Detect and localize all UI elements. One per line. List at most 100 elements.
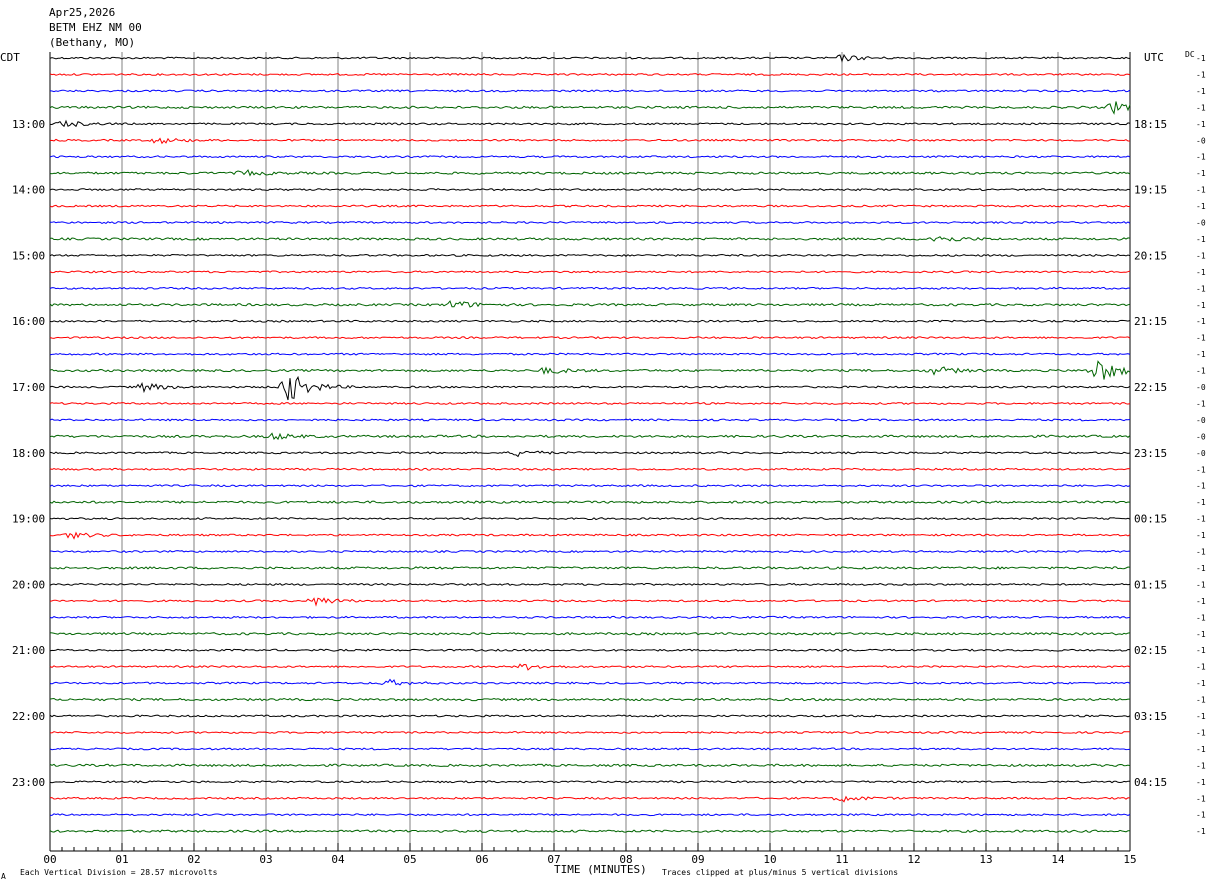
trace-row — [49, 204, 1130, 208]
trace-row — [49, 236, 1131, 242]
dc-offset-label: -0 — [1196, 432, 1206, 441]
dc-offset-label: -1 — [1196, 531, 1206, 540]
left-hour-label: 23:00 — [12, 776, 45, 789]
x-tick-label: 03 — [259, 853, 272, 866]
dc-offset-label: -1 — [1196, 548, 1206, 557]
x-tick-label: 01 — [115, 853, 128, 866]
left-hour-label: 20:00 — [12, 578, 45, 591]
left-hour-label: 17:00 — [12, 381, 45, 394]
right-hour-label: 02:15 — [1134, 644, 1167, 657]
trace-row — [49, 101, 1131, 115]
dc-offset-label: -1 — [1196, 186, 1206, 195]
dc-offset-label: -1 — [1196, 613, 1206, 622]
trace-row — [49, 72, 1131, 76]
dc-offset-label: -1 — [1196, 103, 1206, 112]
trace-row — [49, 566, 1131, 570]
trace-row — [49, 678, 1131, 686]
trace-row — [49, 467, 1131, 471]
dc-offset-label: -1 — [1196, 317, 1206, 326]
dc-offset-label: -1 — [1196, 367, 1206, 376]
dc-offset-label: -1 — [1196, 580, 1206, 589]
trace-row — [49, 336, 1131, 340]
dc-offset-label: -1 — [1196, 761, 1206, 770]
trace-row — [49, 137, 1130, 145]
trace-row — [49, 517, 1131, 521]
right-hour-labels: 18:15 19:15 20:15 21:15 22:15 23:15 00:15 01:15… — [1134, 118, 1167, 789]
date-label: Apr25,2026 — [49, 6, 115, 19]
x-tick-label: 12 — [907, 853, 920, 866]
seismic-traces — [49, 53, 1131, 833]
right-hour-label: 19:15 — [1134, 184, 1167, 197]
right-hour-label: 18:15 — [1134, 118, 1167, 131]
dc-offset-label: -1 — [1196, 284, 1206, 293]
trace-row — [49, 220, 1131, 225]
clip-note: Traces clipped at plus/minus 5 vertical … — [662, 868, 898, 877]
dc-offset-label: -1 — [1196, 350, 1206, 359]
dc-offset-label: -1 — [1196, 679, 1206, 688]
trace-row — [49, 300, 1131, 308]
trace-row — [49, 582, 1131, 586]
left-hour-label: 21:00 — [12, 644, 45, 657]
x-tick-label: 05 — [403, 853, 416, 866]
trace-row — [49, 119, 1131, 128]
dc-offset-label: -1 — [1196, 235, 1206, 244]
x-tick-label: 11 — [835, 853, 848, 866]
dc-offset-label: -1 — [1196, 87, 1206, 96]
left-hour-label: 16:00 — [12, 315, 45, 328]
trace-row — [49, 319, 1131, 323]
dc-offset-label: -1 — [1196, 827, 1206, 836]
trace-row — [49, 714, 1131, 718]
trace-row — [49, 632, 1131, 636]
dc-offset-label: -1 — [1196, 482, 1206, 491]
trace-row — [49, 352, 1131, 356]
trace-row — [49, 360, 1131, 380]
dc-offset-label: -1 — [1196, 564, 1206, 573]
trace-row — [49, 615, 1131, 619]
trace-row — [49, 500, 1131, 504]
dc-offset-label: -1 — [1196, 811, 1206, 820]
left-hour-label: 18:00 — [12, 447, 45, 460]
dc-offset-label: -0 — [1196, 219, 1206, 228]
trace-row — [49, 531, 1131, 540]
right-hour-label: 00:15 — [1134, 513, 1167, 526]
dc-offset-label: -1 — [1196, 120, 1206, 129]
left-hour-label: 15:00 — [12, 249, 45, 262]
helicorder-chart: Apr25,2026 BETM EHZ NM 00 (Bethany, MO) … — [0, 6, 1206, 881]
trace-row — [49, 401, 1131, 405]
trace-row — [49, 418, 1131, 422]
dc-offset-label: -1 — [1196, 54, 1206, 63]
dc-offset-label: -1 — [1196, 498, 1206, 507]
trace-row — [49, 155, 1131, 159]
trace-row — [49, 549, 1131, 554]
x-tick-label: 06 — [475, 853, 488, 866]
dc-offset-label: -1 — [1196, 646, 1206, 655]
dc-header: DC — [1185, 50, 1195, 59]
trace-row — [49, 597, 1131, 607]
x-tick-label: 04 — [331, 853, 345, 866]
trace-row — [49, 763, 1131, 768]
x-tick-label: 02 — [187, 853, 200, 866]
trace-row — [49, 813, 1131, 817]
right-hour-label: 03:15 — [1134, 710, 1167, 723]
dc-offset-label: -1 — [1196, 169, 1206, 178]
dc-offset-label: -1 — [1196, 202, 1206, 211]
right-hour-label: 23:15 — [1134, 447, 1167, 460]
trace-row — [49, 286, 1131, 290]
right-hour-label: 20:15 — [1134, 249, 1167, 262]
left-hour-label: 13:00 — [12, 118, 45, 131]
trace-row — [49, 829, 1131, 833]
left-hour-label: 22:00 — [12, 710, 45, 723]
trace-row — [49, 747, 1131, 751]
x-tick-label: 00 — [43, 853, 56, 866]
x-axis-title: TIME (MINUTES) — [554, 863, 647, 876]
dc-offset-label: -1 — [1196, 663, 1206, 672]
x-tick-label: 09 — [691, 853, 704, 866]
trace-row — [49, 648, 1131, 652]
dc-offset-label: -1 — [1196, 70, 1206, 79]
right-hour-label: 21:15 — [1134, 315, 1167, 328]
trace-row — [49, 188, 1131, 192]
trace-row — [49, 432, 1131, 441]
trace-row — [49, 795, 1131, 803]
trace-row — [49, 89, 1131, 93]
scale-note: Each Vertical Division = 28.57 microvolt… — [20, 868, 218, 877]
